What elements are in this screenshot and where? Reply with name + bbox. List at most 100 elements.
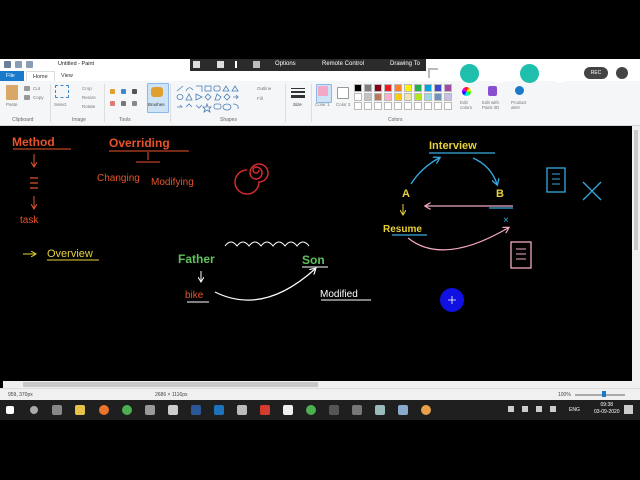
color-swatch[interactable] (364, 102, 372, 110)
scroll-thumb[interactable] (634, 130, 638, 250)
options-menu[interactable]: Options (275, 61, 296, 67)
tab-view[interactable]: View (55, 71, 79, 81)
color-swatch[interactable] (354, 93, 362, 101)
file-explorer-icon[interactable] (75, 405, 85, 415)
color-swatch[interactable] (414, 84, 422, 92)
redo-icon[interactable] (26, 61, 33, 68)
cut-icon[interactable] (24, 86, 30, 91)
expand-icon[interactable] (428, 68, 438, 78)
task-view-icon[interactable] (52, 405, 62, 415)
color-swatch[interactable] (384, 102, 392, 110)
fill-icon[interactable] (121, 89, 126, 94)
volume-icon[interactable] (550, 406, 556, 412)
color-swatch[interactable] (374, 102, 382, 110)
undo-icon[interactable] (15, 61, 22, 68)
tab-home[interactable]: Home (26, 71, 55, 81)
color-swatch[interactable] (374, 93, 382, 101)
app-icon[interactable] (398, 405, 408, 415)
zoom-slider[interactable] (575, 394, 625, 396)
network-icon[interactable] (536, 406, 542, 412)
color-swatch[interactable] (404, 84, 412, 92)
calculator-icon[interactable] (145, 405, 155, 415)
horizontal-scrollbar[interactable] (3, 381, 632, 388)
edit-paint3d-button[interactable]: Edit with Paint 3D (482, 100, 506, 110)
color-swatch[interactable] (424, 102, 432, 110)
screen-icon[interactable] (253, 61, 260, 68)
save-icon[interactable] (4, 61, 11, 68)
resize-button[interactable]: Resize (82, 95, 96, 100)
shapes-gallery[interactable] (175, 85, 245, 113)
select-button[interactable]: Select (54, 102, 67, 107)
remote-control-menu[interactable]: Remote Control (322, 61, 364, 67)
color2-swatch[interactable] (337, 87, 349, 99)
scroll-thumb[interactable] (23, 382, 318, 387)
product-alert-button[interactable]: Product alert (511, 100, 529, 110)
select-icon[interactable] (55, 85, 69, 98)
zoom-thumb[interactable] (602, 391, 606, 397)
people-icon[interactable] (508, 406, 514, 412)
color-swatch[interactable] (414, 93, 422, 101)
color-swatch[interactable] (424, 93, 432, 101)
paste-button[interactable]: Paste (6, 102, 18, 107)
vscode-icon[interactable] (191, 405, 201, 415)
color-swatch[interactable] (354, 102, 362, 110)
firefox-icon[interactable] (99, 405, 109, 415)
color-swatch[interactable] (384, 84, 392, 92)
color-swatch[interactable] (404, 102, 412, 110)
paste-icon[interactable] (6, 85, 18, 100)
paint-canvas[interactable]: Method task Overriding Changing Modifyin… (3, 126, 632, 381)
app-icon[interactable] (283, 405, 293, 415)
notifications-icon[interactable] (624, 405, 633, 414)
crop-button[interactable]: Crop (82, 86, 92, 91)
color-swatch[interactable] (354, 84, 362, 92)
app-icon[interactable] (306, 405, 316, 415)
app-icon[interactable] (329, 405, 339, 415)
vertical-scrollbar[interactable] (632, 126, 640, 388)
app-icon[interactable] (352, 405, 362, 415)
text-icon[interactable] (132, 89, 137, 94)
app-icon[interactable] (421, 405, 431, 415)
stop-share-icon[interactable] (193, 61, 200, 68)
end-call-button[interactable] (550, 64, 569, 83)
edit-colors-button[interactable]: Edit colors (460, 100, 474, 110)
drawing-tools-menu[interactable]: Drawing To (390, 61, 420, 67)
color-swatch[interactable] (434, 93, 442, 101)
clock[interactable]: 09:38 03-09-2020 (594, 402, 620, 416)
paint-icon[interactable] (375, 405, 385, 415)
magnifier-icon[interactable] (132, 101, 137, 106)
color-swatch[interactable] (364, 93, 372, 101)
pause-icon[interactable] (235, 61, 237, 68)
language-indicator[interactable]: ENG (569, 407, 580, 413)
color-swatch[interactable] (394, 102, 402, 110)
chrome-icon[interactable] (122, 405, 132, 415)
copy-icon[interactable] (24, 95, 30, 100)
color-swatch[interactable] (444, 102, 452, 110)
color-swatch[interactable] (444, 93, 452, 101)
app-icon[interactable] (237, 405, 247, 415)
color-swatch[interactable] (414, 102, 422, 110)
lock-button[interactable] (616, 67, 628, 79)
tab-file[interactable]: File (0, 71, 24, 81)
word-icon[interactable] (214, 405, 224, 415)
eraser-icon[interactable] (110, 101, 115, 106)
camera-off-button[interactable] (490, 64, 509, 83)
fill-dropdown[interactable]: Fill (257, 96, 263, 101)
share-screen-button[interactable] (520, 64, 539, 83)
cut-button[interactable]: Cut (33, 86, 40, 91)
color-picker-icon[interactable] (121, 101, 126, 106)
color-swatch[interactable] (374, 84, 382, 92)
tray-chevron-icon[interactable] (522, 406, 528, 412)
copy-button[interactable]: Copy (33, 95, 44, 100)
rotate-button[interactable]: Rotate (82, 104, 95, 109)
stop-icon[interactable] (217, 61, 224, 68)
app-icon[interactable] (260, 405, 270, 415)
color-swatch[interactable] (364, 84, 372, 92)
search-icon[interactable] (30, 406, 38, 414)
size-icon[interactable] (291, 87, 305, 101)
color-swatch[interactable] (394, 84, 402, 92)
color-swatch[interactable] (394, 93, 402, 101)
start-icon[interactable] (6, 406, 14, 414)
mic-button[interactable] (460, 64, 479, 83)
rec-badge[interactable]: REC (584, 67, 608, 79)
app-icon[interactable] (168, 405, 178, 415)
